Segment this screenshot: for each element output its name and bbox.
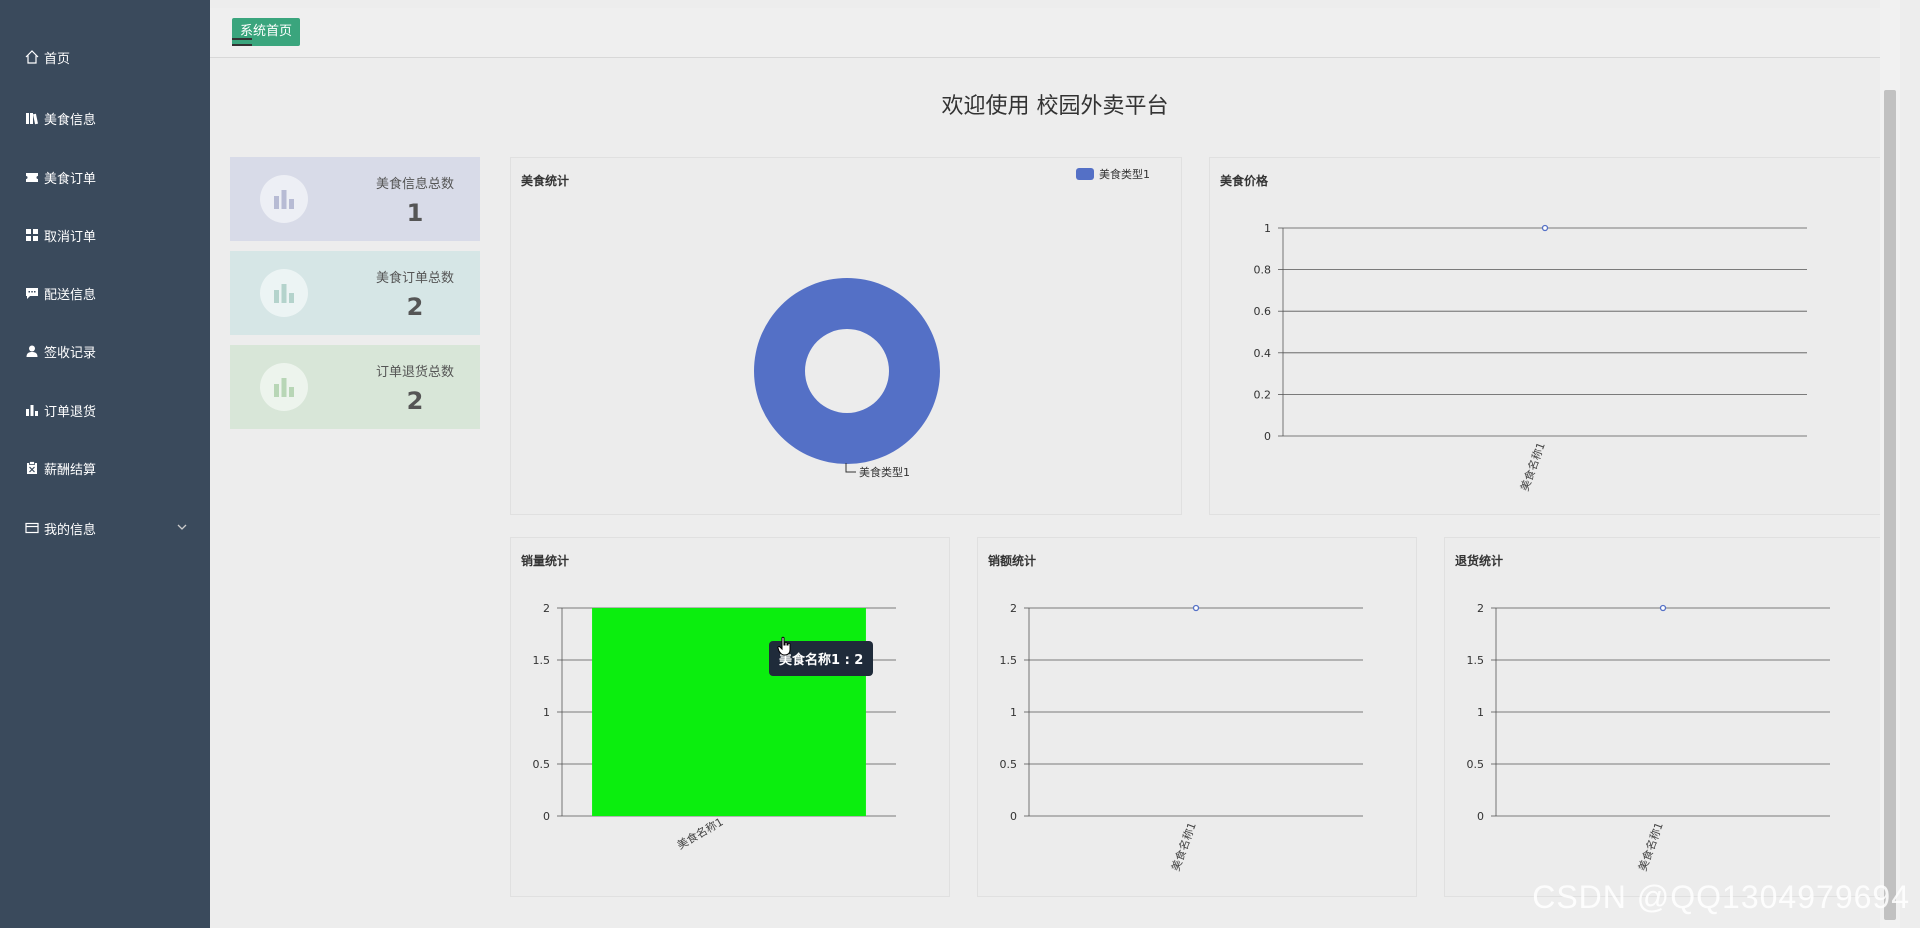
sidebar-item-cancel-order[interactable]: 取消订单 bbox=[0, 213, 210, 257]
pie-label-line bbox=[845, 463, 856, 473]
pie-legend-label: 美食类型1 bbox=[1099, 167, 1150, 181]
main-area: 系统首页 欢迎使用 校园外卖平台 美食信息总数 1 美食订单总数 2 订单退货总… bbox=[210, 0, 1900, 928]
ticket-icon bbox=[24, 169, 40, 185]
stat-chart-icon bbox=[260, 363, 308, 411]
stat-chart-icon bbox=[260, 269, 308, 317]
y-tick-label: 0.5 bbox=[533, 758, 551, 771]
y-tick-label: 0.2 bbox=[1254, 388, 1272, 401]
sidebar-item-label: 首页 bbox=[44, 51, 71, 67]
y-tick-label: 1.5 bbox=[1467, 654, 1485, 667]
panel-food-stats: 美食统计 美食类型1 美食类型1 bbox=[510, 157, 1182, 515]
sidebar-item-label: 美食订单 bbox=[44, 171, 97, 187]
return-line-chart: 0 0.5 1 1.5 2 美食名称1 bbox=[1467, 602, 1830, 873]
sidebar-item-receipt[interactable]: 签收记录 bbox=[0, 329, 210, 373]
sidebar-item-salary[interactable]: 薪酬结算 bbox=[0, 446, 210, 490]
watermark: CSDN @QQ1304979694 bbox=[1532, 879, 1910, 915]
price-line-chart: 0 0.2 0.4 0.6 0.8 1 美食名称1 bbox=[1254, 222, 1807, 493]
stat-value: 2 bbox=[406, 387, 424, 415]
sidebar-item-label: 取消订单 bbox=[44, 229, 97, 245]
y-tick-label: 1 bbox=[1264, 222, 1271, 235]
y-tick-label: 1.5 bbox=[1000, 654, 1018, 667]
y-tick-label: 1 bbox=[543, 706, 550, 719]
sidebar-item-label: 美食信息 bbox=[44, 112, 97, 128]
x-tick-label: 美食名称1 bbox=[1168, 820, 1199, 873]
line-point bbox=[1659, 604, 1667, 612]
pie-legend-swatch bbox=[1076, 168, 1094, 180]
stat-card-food-info: 美食信息总数 1 bbox=[230, 157, 480, 241]
y-tick-label: 0 bbox=[1264, 430, 1271, 443]
sidebar-item-label: 配送信息 bbox=[44, 287, 97, 303]
stat-label: 订单退货总数 bbox=[375, 365, 454, 380]
bar-chart-icon bbox=[24, 402, 40, 418]
pie-slice bbox=[754, 278, 940, 464]
y-tick-label: 0.5 bbox=[1467, 758, 1485, 771]
y-tick-label: 0 bbox=[1010, 810, 1017, 823]
y-tick-label: 1 bbox=[1477, 706, 1484, 719]
sidebar-item-food-info[interactable]: 美食信息 bbox=[0, 96, 210, 140]
y-tick-label: 0 bbox=[543, 810, 550, 823]
hand-cursor-icon bbox=[777, 636, 793, 660]
bar bbox=[592, 608, 866, 816]
sidebar-item-label: 订单退货 bbox=[44, 404, 97, 420]
x-tick-label: 美食名称1 bbox=[1635, 820, 1666, 873]
top-bar: 系统首页 bbox=[210, 8, 1900, 58]
library-icon bbox=[24, 110, 40, 126]
message-icon bbox=[24, 285, 40, 301]
y-tick-label: 0.8 bbox=[1254, 264, 1272, 277]
line-point bbox=[1192, 604, 1200, 612]
sidebar-item-label: 签收记录 bbox=[44, 345, 97, 361]
page-title: 欢迎使用 校园外卖平台 bbox=[941, 94, 1169, 119]
x-tick-label: 美食名称1 bbox=[1517, 440, 1548, 493]
grid-icon bbox=[24, 227, 40, 243]
vertical-scrollbar[interactable] bbox=[1880, 0, 1900, 928]
y-tick-label: 0.6 bbox=[1254, 305, 1272, 318]
user-icon bbox=[24, 343, 40, 359]
sidebar: 首页 美食信息 美食订单 取消订单 配送信息 签收记录 订单退货 薪酬结算 我的… bbox=[0, 0, 210, 928]
sidebar-item-label: 我的信息 bbox=[44, 522, 97, 538]
sidebar-item-my-info[interactable]: 我的信息 bbox=[0, 506, 210, 550]
menu-toggle-icon[interactable] bbox=[232, 38, 252, 54]
y-tick-label: 2 bbox=[1010, 602, 1017, 615]
panel-amount-stats: 销额统计 0 0.5 1 1.5 2 美食名称1 bbox=[977, 537, 1417, 897]
sales-bar-chart: 0 0.5 1 1.5 2 美食名称1 bbox=[533, 602, 896, 852]
panel-food-price: 美食价格 0 0.2 0.4 0.6 0.8 1 美食名称1 bbox=[1209, 157, 1881, 515]
card-icon bbox=[24, 520, 40, 536]
sidebar-item-label: 薪酬结算 bbox=[44, 462, 97, 478]
scrollbar-thumb[interactable] bbox=[1884, 90, 1896, 920]
clipboard-icon bbox=[24, 460, 40, 476]
chevron-down-icon[interactable] bbox=[176, 521, 188, 537]
stat-card-order-return: 订单退货总数 2 bbox=[230, 345, 480, 429]
stat-value: 2 bbox=[406, 293, 424, 321]
stat-chart-icon bbox=[260, 175, 308, 223]
y-tick-label: 1.5 bbox=[533, 654, 551, 667]
sidebar-item-return[interactable]: 订单退货 bbox=[0, 388, 210, 432]
pie-chart: 美食类型1 美食类型1 bbox=[754, 167, 1150, 479]
home-icon bbox=[24, 49, 40, 65]
sidebar-item-delivery[interactable]: 配送信息 bbox=[0, 271, 210, 315]
panel-return-stats: 退货统计 0 0.5 1 1.5 2 美食名称1 bbox=[1444, 537, 1881, 897]
panel-sales-stats: 销量统计 0 0.5 1 1.5 2 美食名称1 美食名称1 : 2 bbox=[510, 537, 950, 897]
y-tick-label: 0.4 bbox=[1254, 347, 1272, 360]
sidebar-item-food-order[interactable]: 美食订单 bbox=[0, 155, 210, 199]
y-tick-label: 0.5 bbox=[1000, 758, 1018, 771]
stat-card-food-order: 美食订单总数 2 bbox=[230, 251, 480, 335]
pie-slice-label: 美食类型1 bbox=[859, 465, 910, 479]
y-tick-label: 1 bbox=[1010, 706, 1017, 719]
y-tick-label: 2 bbox=[543, 602, 550, 615]
stat-value: 1 bbox=[406, 199, 424, 227]
amount-line-chart: 0 0.5 1 1.5 2 美食名称1 bbox=[1000, 602, 1363, 873]
line-point bbox=[1541, 224, 1549, 232]
y-tick-label: 0 bbox=[1477, 810, 1484, 823]
stat-label: 美食信息总数 bbox=[375, 177, 454, 192]
x-tick-label: 美食名称1 bbox=[674, 814, 725, 852]
sidebar-item-home[interactable]: 首页 bbox=[0, 35, 210, 79]
stat-label: 美食订单总数 bbox=[375, 271, 454, 286]
y-tick-label: 2 bbox=[1477, 602, 1484, 615]
